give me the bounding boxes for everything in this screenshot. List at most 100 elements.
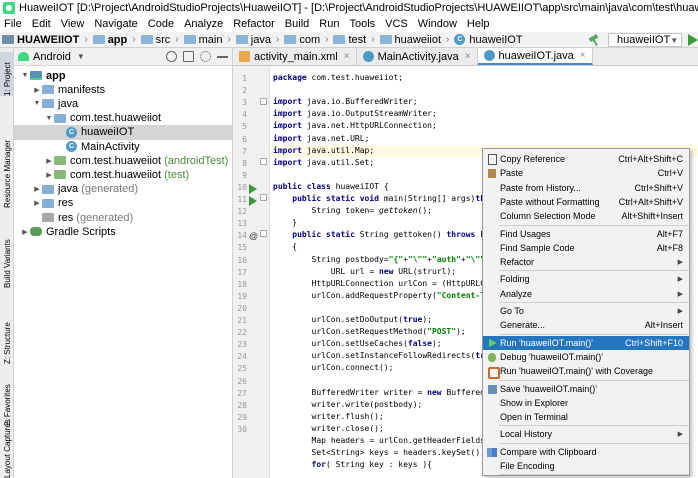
menu-help[interactable]: Help [462,16,495,32]
editor-tab[interactable]: activity_main.xml × [233,48,357,65]
breadcrumb-item[interactable]: test [331,34,368,46]
context-menu-item[interactable]: Paste Ctrl+V [483,166,689,180]
tree-node[interactable]: ▼ java [14,96,232,111]
breadcrumb-item[interactable]: java [234,34,273,46]
project-panel-header: Android ▼ [14,48,232,66]
context-menu-item[interactable]: Find Sample Code Alt+F8 [483,241,689,255]
menu-analyze[interactable]: Analyze [179,16,228,32]
context-menu-item[interactable]: Paste without Formatting Ctrl+Alt+Shift+V [483,195,689,209]
context-menu-item[interactable]: Generate... Alt+Insert [483,318,689,332]
expanded-arrow-icon[interactable]: ▼ [44,115,54,122]
collapsed-arrow-icon[interactable]: ▶ [32,185,42,193]
collapsed-arrow-icon[interactable]: ▶ [32,86,42,94]
context-menu-label: Paste [500,168,524,179]
context-menu-item[interactable]: Paste from History... Ctrl+Shift+V [483,181,689,195]
menu-view[interactable]: View [56,16,90,32]
make-project-icon[interactable] [588,34,600,46]
tree-node[interactable]: ▶ java (generated) [14,182,232,197]
context-menu-item[interactable]: Debug 'huaweiIOT.main()' [483,350,689,364]
breadcrumb-item[interactable]: src [139,34,173,46]
chevron-down-icon[interactable]: ▼ [77,52,85,61]
tool-tab-project[interactable]: 1: Project [0,52,14,96]
fold-marker-icon[interactable] [260,98,267,105]
folder-icon [235,35,248,44]
context-menu-item[interactable]: File Encoding [483,459,689,473]
breadcrumb-item[interactable]: HUAWEIIOT [0,34,81,46]
line-number: 28 [237,400,247,410]
tree-node[interactable]: ▶ Gradle Scripts [14,224,232,239]
breadcrumb-item[interactable]: huaweiiot [378,34,443,46]
menu-run[interactable]: Run [314,16,344,32]
fold-marker-icon[interactable] [260,158,267,165]
menu-icon-placeholder [486,411,498,423]
collapse-all-icon[interactable] [183,51,194,62]
run-gutter-icon[interactable] [249,196,257,206]
project-view-mode[interactable]: Android [33,51,71,63]
context-menu-item[interactable]: Refactor ▶ [483,255,689,269]
context-menu-item[interactable]: Column Selection Mode Alt+Shift+Insert [483,209,689,223]
context-menu-item[interactable]: Save 'huaweiIOT.main()' [483,382,689,396]
editor-tab[interactable]: huaweiIOT.java × [477,48,593,65]
breadcrumb-item[interactable]: main [182,34,225,46]
tree-node[interactable]: ChuaweiIOT [14,124,232,140]
context-menu-item[interactable]: Analyze ▶ [483,287,689,301]
context-menu-label: Open in Terminal [500,412,568,423]
menu-vcs[interactable]: VCS [380,16,413,32]
tree-node[interactable]: ▼ app [14,68,232,83]
run-gutter-icon[interactable] [249,184,257,194]
collapsed-arrow-icon[interactable]: ▶ [44,157,54,165]
tree-node[interactable]: C MainActivity [14,139,232,154]
context-menu-item[interactable]: Open in Terminal [483,410,689,424]
close-icon[interactable]: × [580,50,586,61]
gear-icon[interactable] [200,51,211,62]
breadcrumb-item[interactable]: ChuaweiIOT [452,34,524,46]
collapsed-arrow-icon[interactable]: ▶ [20,228,30,236]
collapsed-arrow-icon[interactable]: ▶ [32,199,42,207]
context-menu-item[interactable]: Copy Reference Ctrl+Alt+Shift+C [483,152,689,166]
expanded-arrow-icon[interactable]: ▼ [20,72,30,79]
context-menu-item[interactable]: Compare with Clipboard [483,445,689,459]
menu-build[interactable]: Build [280,16,314,32]
tree-node[interactable]: ▶ com.test.huaweiiot (test) [14,167,232,182]
hide-icon[interactable] [217,55,228,58]
tree-node[interactable]: ▶ com.test.huaweiiot (androidTest) [14,153,232,168]
tool-tab-layout-captures[interactable]: Layout Captures [0,419,14,478]
run-configuration-selector[interactable]: huaweiIOT ▼ [608,33,682,47]
context-menu-label: Find Sample Code [500,242,575,253]
breadcrumb-item[interactable]: app [91,34,130,46]
context-menu-item[interactable]: Go To ▶ [483,304,689,318]
context-menu-item[interactable]: Run 'huaweiIOT.main()' with Coverage [483,364,689,380]
tool-tab-build-variants[interactable]: Build Variants [0,232,14,288]
expanded-arrow-icon[interactable]: ▼ [32,100,42,107]
close-icon[interactable]: × [344,51,350,62]
tree-node[interactable]: ▼ com.test.huaweiiot [14,111,232,126]
editor-tab[interactable]: MainActivity.java × [357,48,478,65]
menu-edit[interactable]: Edit [27,16,56,32]
tool-tab-structure[interactable]: Z: Structure [0,306,14,364]
run-icon[interactable] [688,34,698,46]
fold-marker-icon[interactable] [260,230,267,237]
context-menu-item[interactable]: Find Usages Alt+F7 [483,227,689,241]
locate-icon[interactable] [166,51,177,62]
menu-file[interactable]: File [0,16,27,32]
breadcrumb-label: app [107,33,128,46]
tool-tab-favorites[interactable]: 2: Favorites [0,374,14,426]
menu-tools[interactable]: Tools [344,16,380,32]
context-menu-item[interactable]: Folding ▶ [483,272,689,286]
collapsed-arrow-icon[interactable]: ▶ [44,171,54,179]
close-icon[interactable]: × [465,51,471,62]
tree-node[interactable]: ▶ manifests [14,82,232,97]
context-menu-item[interactable]: Show in Explorer [483,396,689,410]
menu-refactor[interactable]: Refactor [228,16,280,32]
context-menu-shortcut: Ctrl+Alt+Shift+V [618,196,683,207]
breadcrumb-item[interactable]: com [282,34,322,46]
fold-marker-icon[interactable] [260,194,267,201]
context-menu-item[interactable]: Run 'huaweiIOT.main()' Ctrl+Shift+F10 [483,335,689,350]
tool-tab-resource-manager[interactable]: Resource Manager [0,118,14,208]
menu-window[interactable]: Window [413,16,462,32]
menu-navigate[interactable]: Navigate [89,16,142,32]
menu-code[interactable]: Code [143,16,179,32]
context-menu-item[interactable]: Local History ▶ [483,427,689,441]
tree-node[interactable]: res (generated) [14,210,232,225]
tree-node[interactable]: ▶ res [14,196,232,211]
